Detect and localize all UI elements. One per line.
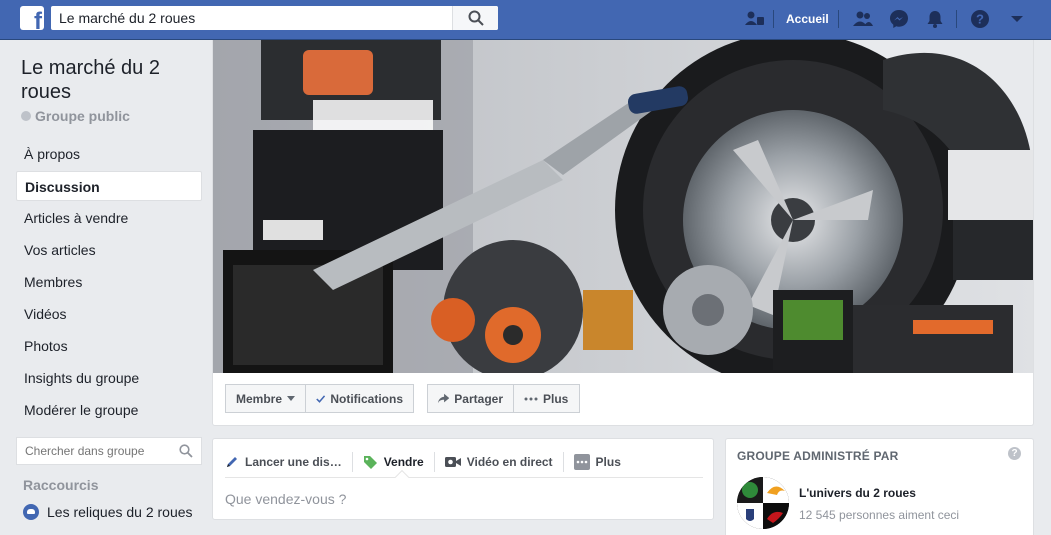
search-box bbox=[51, 6, 498, 30]
separator bbox=[773, 10, 774, 28]
nav-item-articles-a-vendre[interactable]: Articles à vendre bbox=[16, 203, 202, 233]
member-button[interactable]: Membre bbox=[225, 384, 306, 413]
group-admin-box: GROUPE ADMINISTRÉ PAR ? L'univers du 2 r… bbox=[725, 438, 1034, 535]
notifications-icon[interactable] bbox=[924, 8, 946, 30]
tab-start-discussion[interactable]: Lancer une dis… bbox=[225, 452, 352, 472]
home-link[interactable]: Accueil bbox=[786, 12, 829, 26]
messenger-icon[interactable] bbox=[888, 8, 910, 30]
admin-heading: GROUPE ADMINISTRÉ PAR bbox=[737, 449, 899, 463]
left-column: Le marché du 2 roues Groupe public À pro… bbox=[16, 56, 202, 427]
notifications-button-label: Notifications bbox=[330, 391, 403, 406]
admin-page-name[interactable]: L'univers du 2 roues bbox=[799, 486, 916, 500]
nav-item-vos-articles[interactable]: Vos articles bbox=[16, 235, 202, 265]
tab-start-discussion-label: Lancer une dis… bbox=[245, 455, 342, 469]
pencil-icon bbox=[227, 457, 237, 467]
facebook-logo-icon[interactable]: f bbox=[20, 6, 44, 30]
group-search-box bbox=[16, 437, 202, 465]
tab-sell[interactable]: Vendre bbox=[351, 452, 434, 472]
tab-more[interactable]: Plus bbox=[562, 452, 631, 472]
shortcut-item[interactable]: Les reliques du 2 roues bbox=[23, 504, 193, 520]
shortcuts-heading: Raccourcis bbox=[23, 477, 99, 493]
tab-sell-label: Vendre bbox=[383, 455, 424, 469]
share-button-label: Partager bbox=[454, 391, 503, 406]
group-privacy-label: Groupe public bbox=[35, 108, 130, 124]
separator bbox=[956, 10, 957, 28]
notifications-button[interactable]: Notifications bbox=[305, 384, 414, 413]
friends-icon[interactable] bbox=[852, 8, 874, 30]
find-friends-icon[interactable] bbox=[744, 8, 766, 30]
tag-icon bbox=[363, 455, 377, 469]
member-button-label: Membre bbox=[236, 391, 283, 406]
nav-item-membres[interactable]: Membres bbox=[16, 267, 202, 297]
check-icon bbox=[316, 394, 326, 403]
group-icon bbox=[23, 504, 39, 520]
group-search-input[interactable] bbox=[17, 438, 167, 464]
post-composer: Lancer une dis… Vendre Vidéo en direct P… bbox=[212, 438, 714, 520]
group-title[interactable]: Le marché du 2 roues bbox=[16, 56, 202, 104]
group-privacy: Groupe public bbox=[16, 108, 202, 124]
cover-photo[interactable] bbox=[213, 40, 1033, 373]
menu-caret-icon[interactable] bbox=[1006, 8, 1028, 30]
tab-live-video-label: Vidéo en direct bbox=[466, 455, 553, 469]
top-navigation-bar: f Accueil ? bbox=[0, 0, 1051, 40]
admin-page-avatar[interactable] bbox=[737, 477, 789, 529]
more-dots-icon bbox=[524, 397, 538, 400]
admin-page-likes: 12 545 personnes aiment ceci bbox=[799, 508, 960, 522]
nav-item-photos[interactable]: Photos bbox=[16, 331, 202, 361]
help-icon[interactable]: ? bbox=[1008, 447, 1021, 460]
search-button[interactable] bbox=[452, 6, 498, 30]
search-icon[interactable] bbox=[179, 444, 193, 458]
search-icon bbox=[468, 10, 484, 26]
chevron-down-icon bbox=[287, 396, 296, 401]
help-icon[interactable]: ? bbox=[969, 8, 991, 30]
svg-text:?: ? bbox=[976, 12, 984, 27]
composer-divider bbox=[225, 477, 703, 478]
nav-item-discussion[interactable]: Discussion bbox=[16, 171, 202, 201]
nav-item-moderer[interactable]: Modérer le groupe bbox=[16, 395, 202, 425]
tab-live-video[interactable]: Vidéo en direct bbox=[433, 452, 563, 472]
more-button-label: Plus bbox=[543, 391, 569, 406]
separator bbox=[838, 10, 839, 28]
composer-tabs: Lancer une dis… Vendre Vidéo en direct P… bbox=[225, 447, 631, 477]
cover-section: Membre Notifications Partager Plus bbox=[212, 40, 1034, 426]
group-nav: À propos Discussion Articles à vendre Vo… bbox=[16, 139, 202, 425]
shortcut-label: Les reliques du 2 roues bbox=[47, 504, 193, 520]
composer-input[interactable]: Que vendez-vous ? bbox=[225, 491, 346, 507]
nav-item-videos[interactable]: Vidéos bbox=[16, 299, 202, 329]
share-icon bbox=[438, 393, 450, 404]
tab-more-label: Plus bbox=[595, 455, 621, 469]
more-dots-icon bbox=[573, 454, 590, 470]
more-button[interactable]: Plus bbox=[513, 384, 580, 413]
nav-item-insights[interactable]: Insights du groupe bbox=[16, 363, 202, 393]
nav-item-a-propos[interactable]: À propos bbox=[16, 139, 202, 169]
share-button[interactable]: Partager bbox=[427, 384, 514, 413]
search-input[interactable] bbox=[51, 6, 451, 30]
globe-icon bbox=[21, 111, 31, 121]
video-camera-icon bbox=[444, 457, 461, 467]
